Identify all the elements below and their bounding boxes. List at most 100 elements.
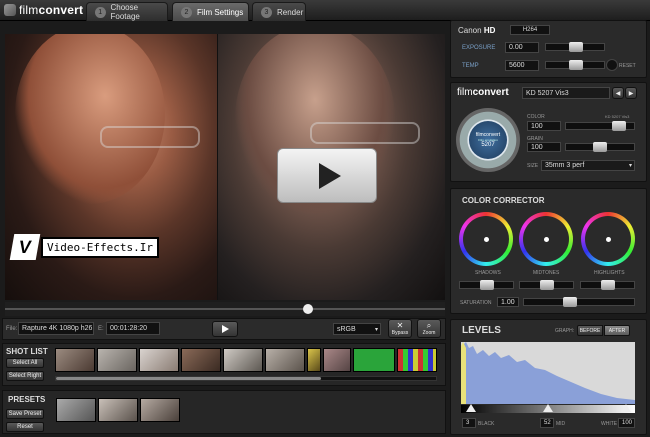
stock-prev-button[interactable]: ◀ [612, 87, 624, 99]
tab-label: Choose Footage [110, 3, 140, 21]
grain-slider-handle[interactable] [593, 142, 607, 152]
reset-preset-button[interactable]: Reset [6, 422, 44, 432]
watermark-logo: V [9, 234, 41, 260]
graph-label: GRAPH: [555, 328, 575, 334]
select-all-button[interactable]: Select All [6, 358, 44, 368]
grain-value[interactable]: 100 [527, 142, 561, 152]
midtones-wheel[interactable] [519, 212, 573, 266]
film-canister-icon: filmconvert Film emulation 5207 [456, 108, 520, 172]
shot-thumbnail[interactable] [265, 348, 305, 372]
tab-label: Render [277, 7, 304, 17]
mid-value[interactable]: 52 [540, 418, 554, 428]
exposure-label: EXPOSURE [462, 45, 496, 51]
timecode-field[interactable]: 00:01:28:20 [106, 322, 160, 335]
shot-list-scroll-thumb[interactable] [56, 377, 321, 380]
split-divider[interactable] [217, 34, 218, 300]
levels-title: LEVELS [462, 325, 501, 336]
timeline-playhead[interactable] [303, 304, 313, 314]
mid-point-handle[interactable] [543, 404, 553, 412]
midtones-luma-handle[interactable] [540, 280, 554, 290]
mid-label: MID [556, 421, 566, 427]
histogram-graph [461, 342, 635, 404]
camera-name[interactable]: Canon HD [458, 26, 495, 35]
color-label: COLOR [527, 114, 545, 120]
bypass-button[interactable]: ✕ Bypass [388, 319, 412, 338]
temp-value[interactable]: 5600 [505, 60, 539, 71]
glasses-right [310, 122, 420, 144]
color-corrector-title: COLOR CORRECTOR [462, 196, 545, 205]
color-value[interactable]: 100 [527, 121, 561, 131]
shadows-luma-handle[interactable] [480, 280, 494, 290]
colorspace-select[interactable]: sRGB ▾ [333, 323, 381, 335]
shot-thumbnail[interactable] [223, 348, 263, 372]
graph-before-button[interactable]: BEFORE [577, 325, 603, 336]
tab-choose-footage[interactable]: 1 Choose Footage [86, 2, 168, 21]
file-label: File: [6, 326, 18, 332]
film-stock-select[interactable]: KD 5207 Vis3 [522, 87, 610, 99]
save-preset-button[interactable]: Save Preset [6, 409, 44, 419]
logo-text-light: film [19, 3, 39, 17]
black-point-handle[interactable] [466, 404, 476, 412]
arrow-right-icon: ▶ [628, 90, 634, 97]
select-right-button[interactable]: Select Right [6, 371, 44, 381]
play-button[interactable] [212, 321, 238, 337]
shot-thumbnail[interactable] [323, 348, 351, 372]
temp-slider-handle[interactable] [569, 60, 583, 70]
watermark-text: Video-Effects.Ir [41, 236, 159, 258]
video-viewer[interactable] [5, 34, 445, 300]
shot-thumbnail[interactable] [307, 348, 321, 372]
reset-icon[interactable] [606, 59, 618, 71]
tab-film-settings[interactable]: 2 Film Settings [172, 2, 249, 21]
stock-next-button[interactable]: ▶ [625, 87, 637, 99]
graph-after-button[interactable]: AFTER [604, 325, 630, 336]
zoom-button[interactable]: ⌕ Zoom [417, 319, 441, 338]
preset-thumbnail[interactable] [140, 398, 180, 422]
presets-title: PRESETS [8, 395, 46, 404]
saturation-value[interactable]: 1.00 [497, 297, 519, 307]
temp-label: TEMP [462, 63, 479, 69]
shot-thumbnail-greenscreen[interactable] [353, 348, 395, 372]
shadows-wheel-handle[interactable] [483, 236, 489, 242]
timeline-line [5, 308, 445, 310]
timecode-label: E: [98, 326, 104, 332]
camera-reset-label[interactable]: RESET [619, 63, 636, 69]
shot-thumbnail[interactable] [139, 348, 179, 372]
glasses-left [100, 126, 200, 148]
shadows-wheel[interactable] [459, 212, 513, 266]
shot-thumbnail-colorchart[interactable] [397, 348, 437, 372]
canister-number: 5207 [481, 142, 495, 148]
saturation-slider[interactable] [523, 298, 635, 306]
midtones-wheel-handle[interactable] [543, 236, 549, 242]
black-label: BLACK [478, 421, 495, 427]
app-logo: filmconvert [4, 2, 83, 18]
highlights-label: HIGHLIGHTS [594, 270, 625, 276]
white-value[interactable]: 100 [618, 418, 635, 428]
chevron-down-icon: ▾ [628, 163, 632, 169]
highlights-wheel[interactable] [581, 212, 635, 266]
tab-render[interactable]: 3 Render [252, 2, 306, 21]
tab-label: Film Settings [197, 7, 244, 17]
black-value[interactable]: 3 [462, 418, 476, 428]
histogram-yellow-channel [461, 342, 466, 404]
watermark: V Video-Effects.Ir [9, 234, 159, 260]
camera-format-badge: H264 [510, 25, 550, 35]
saturation-slider-handle[interactable] [563, 297, 577, 307]
exposure-slider-handle[interactable] [569, 42, 583, 52]
shot-thumbnail[interactable] [55, 348, 95, 372]
preset-thumbnail[interactable] [56, 398, 96, 422]
exposure-value[interactable]: 0.00 [505, 42, 539, 53]
arrow-left-icon: ◀ [615, 90, 621, 97]
bypass-icon: ✕ [396, 320, 404, 330]
preset-thumbnail[interactable] [98, 398, 138, 422]
film-logo: filmconvert [457, 87, 509, 98]
highlights-luma-handle[interactable] [601, 280, 615, 290]
white-point-handle[interactable] [621, 404, 631, 412]
tab-number: 3 [261, 6, 272, 18]
shot-thumbnail[interactable] [97, 348, 137, 372]
shot-thumbnail[interactable] [181, 348, 221, 372]
color-slider-handle[interactable] [612, 121, 626, 131]
midtones-label: MIDTONES [533, 270, 560, 276]
highlights-wheel-handle[interactable] [605, 236, 611, 242]
film-size-select[interactable]: 35mm 3 perf ▾ [541, 160, 635, 171]
big-play-button[interactable] [277, 148, 377, 203]
